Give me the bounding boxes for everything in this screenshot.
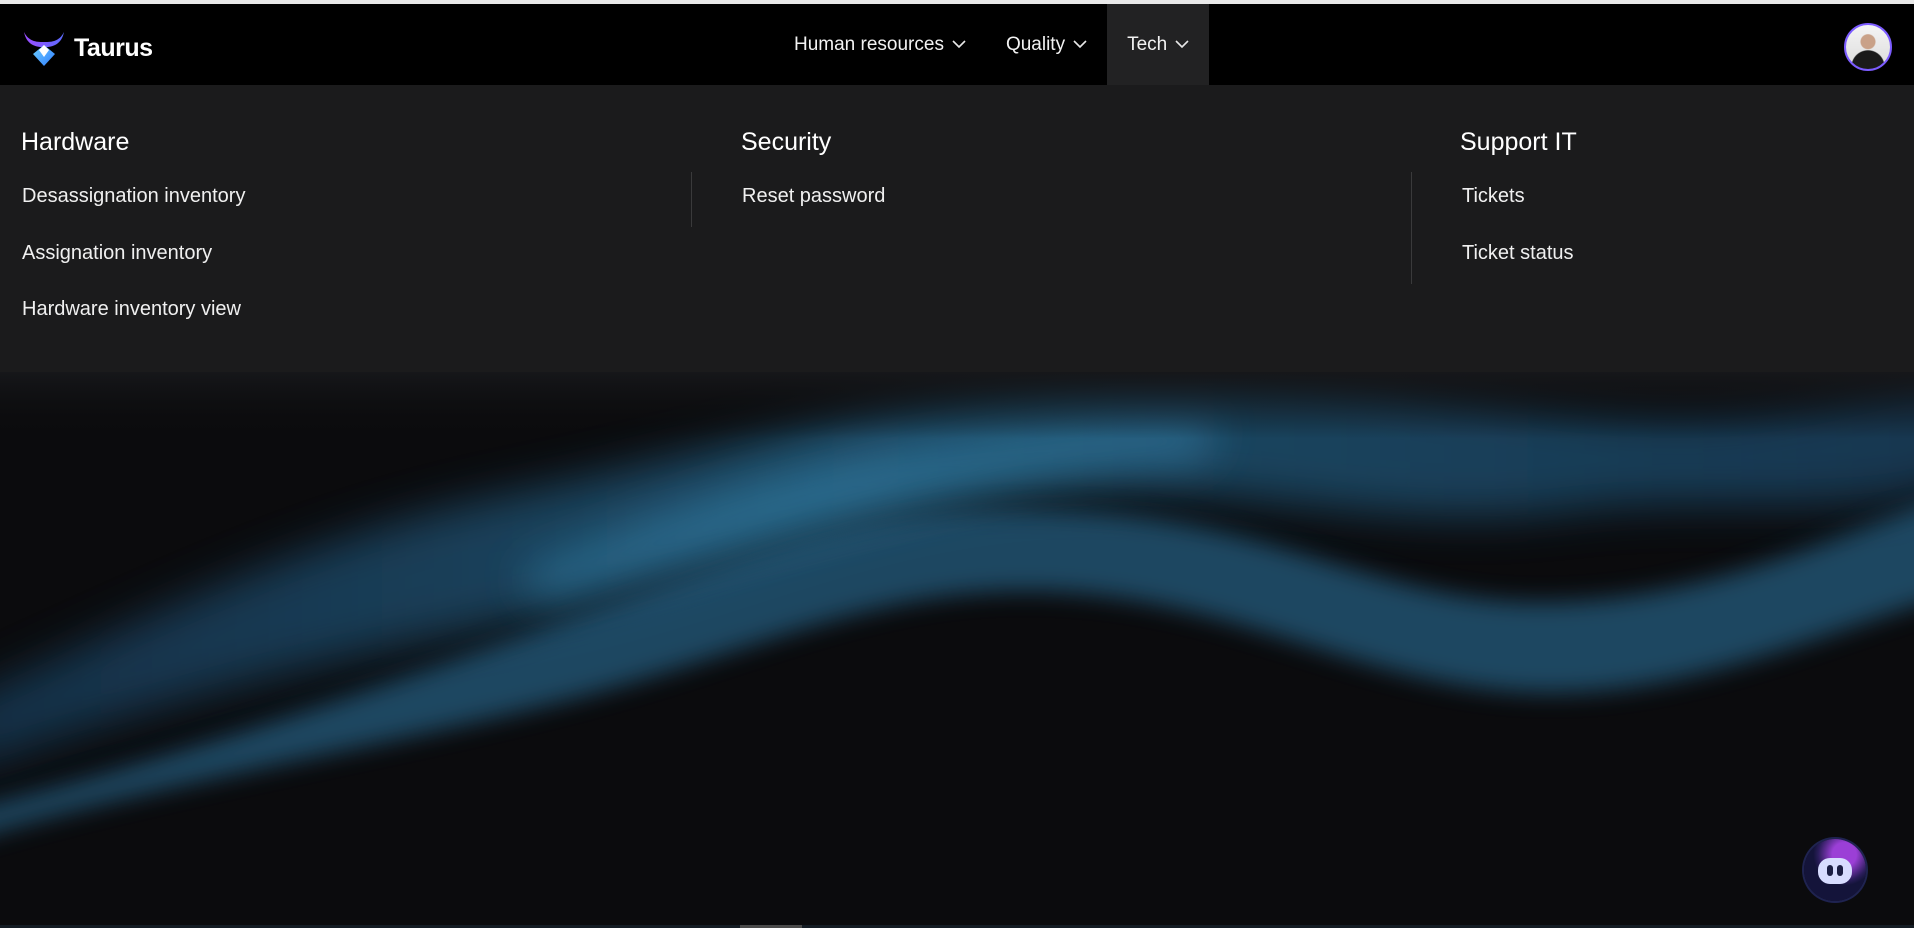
nav-label: Quality [1005, 33, 1066, 55]
link-reset-password[interactable]: Reset password [742, 185, 885, 208]
nav-tech[interactable]: Tech [1107, 4, 1210, 85]
hero-background [0, 372, 1914, 928]
link-ticket-status[interactable]: Ticket status [1462, 242, 1574, 265]
column-divider [1411, 172, 1412, 284]
column-title: Support IT [1460, 128, 1577, 156]
link-assignation-inventory[interactable]: Assignation inventory [22, 242, 212, 265]
robot-eye [1827, 865, 1833, 876]
robot-eye [1837, 865, 1843, 876]
chevron-down-icon [952, 40, 966, 49]
nav-label: Human resources [794, 33, 944, 55]
brand-logo-link[interactable]: Taurus [22, 28, 153, 68]
chatbot-robot-icon [1818, 858, 1852, 884]
chatbot-launcher-button[interactable] [1804, 839, 1866, 901]
brand-name: Taurus [74, 33, 153, 62]
column-title: Security [741, 128, 832, 156]
user-avatar[interactable] [1844, 23, 1892, 71]
app-page: Taurus Human resources Quality Tech Hard… [0, 0, 1914, 928]
link-tickets[interactable]: Tickets [1462, 185, 1525, 208]
link-desassignation-inventory[interactable]: Desassignation inventory [22, 185, 245, 208]
nav-quality[interactable]: Quality [986, 4, 1107, 85]
column-title: Hardware [21, 128, 130, 156]
nav-human-resources[interactable]: Human resources [774, 4, 986, 85]
nav-label: Tech [1127, 33, 1168, 55]
link-hardware-inventory-view[interactable]: Hardware inventory view [22, 298, 241, 321]
chevron-down-icon [1175, 40, 1189, 49]
column-divider [691, 172, 692, 227]
taurus-bull-logo-icon [22, 28, 66, 68]
main-menu: Human resources Quality Tech [774, 4, 1210, 85]
blue-wave-background [0, 372, 1914, 928]
chevron-down-icon [1073, 40, 1087, 49]
tech-mega-menu: Hardware Desassignation inventory Assign… [0, 85, 1914, 372]
top-navbar: Taurus Human resources Quality Tech [0, 4, 1914, 85]
